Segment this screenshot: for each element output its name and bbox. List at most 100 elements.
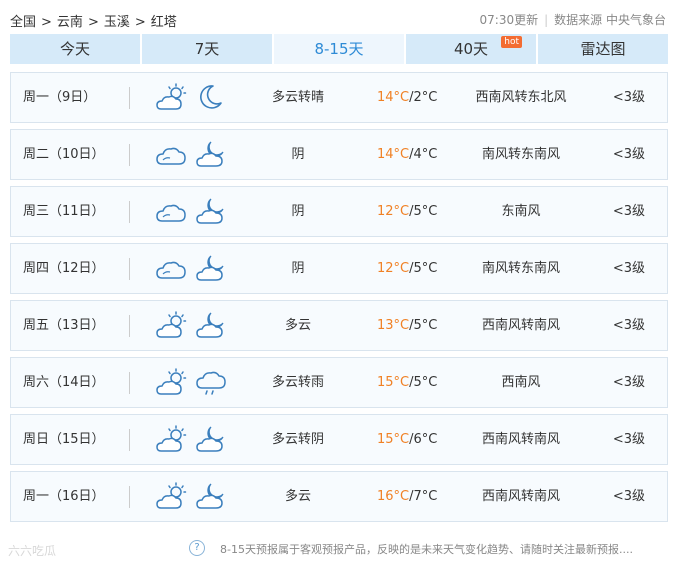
weather-description: 多云转晴 (271, 90, 324, 105)
high-temp: 14°C (377, 90, 410, 105)
wind-direction: 西南风 (501, 375, 541, 390)
weather-description: 阴 (291, 204, 305, 219)
help-icon[interactable]: ? (189, 540, 205, 556)
forecast-row: 周一（16日） 多云 16°C/7°C 西南风转南风 <3级 (10, 471, 668, 522)
high-temp: 15°C (377, 375, 410, 390)
weather-icons (156, 368, 236, 398)
forecast-row: 周二（10日） 阴 14°C/4°C 南风转东南风 <3级 (10, 129, 668, 180)
day-label: 周二（10日） (23, 147, 105, 162)
wind-level: <3级 (612, 147, 645, 162)
low-temp: /7°C (409, 489, 438, 504)
forecast-row: 周日（15日） 多云转阴 15°C/6°C 西南风转南风 <3级 (10, 414, 668, 465)
forecast-row: 周三（11日） 阴 12°C/5°C 东南风 <3级 (10, 186, 668, 237)
hot-badge: hot (501, 36, 522, 48)
row-divider (129, 372, 130, 394)
data-source: 数据来源 中央气象台 (554, 13, 666, 27)
temperature: 15°C/6°C (377, 415, 437, 464)
tab-label: 今天 (59, 40, 90, 58)
day-label: 周四（12日） (23, 261, 105, 276)
temperature: 12°C/5°C (377, 244, 437, 293)
temperature: 16°C/7°C (377, 472, 437, 521)
breadcrumb-separator: > (134, 15, 146, 30)
weather-icons (156, 254, 236, 284)
row-divider (129, 144, 130, 166)
day-label: 周日（15日） (23, 432, 105, 447)
wind-direction: 南风转东南风 (481, 147, 560, 162)
row-divider (129, 201, 130, 223)
forecast-list: 周一（9日） 多云转晴 14°C/2°C 西南风转东北风 <3级 周二（10日）… (10, 72, 668, 528)
weather-icons (156, 83, 236, 113)
weather-icons (156, 425, 236, 455)
wind-level: <3级 (612, 432, 645, 447)
row-divider (129, 258, 130, 280)
temperature: 14°C/2°C (377, 73, 437, 122)
tab-8-15-days[interactable]: 8-15天 (274, 34, 404, 64)
footer: 六六吃瓜 ? 8-15天预报属于客观预报产品，反映的是未来天气变化趋势、请随时关… (0, 538, 680, 562)
wind-direction: 南风转东南风 (481, 261, 560, 276)
high-temp: 13°C (377, 318, 410, 333)
forecast-tabs: 今天 7天 8-15天 40天 hot 雷达图 (10, 34, 668, 64)
low-temp: /5°C (409, 204, 438, 219)
high-temp: 14°C (377, 147, 410, 162)
weather-description: 阴 (291, 147, 305, 162)
weather-description: 多云转雨 (271, 375, 324, 390)
wind-level: <3级 (612, 318, 645, 333)
forecast-row: 周五（13日） 多云 13°C/5°C 西南风转南风 <3级 (10, 300, 668, 351)
low-temp: /5°C (409, 318, 438, 333)
high-temp: 15°C (377, 432, 410, 447)
breadcrumb-city[interactable]: 玉溪 (104, 15, 130, 30)
day-label: 周六（14日） (23, 375, 105, 390)
wind-level: <3级 (612, 489, 645, 504)
watermark: 六六吃瓜 (8, 544, 57, 558)
breadcrumb-district: 红塔 (150, 15, 177, 30)
breadcrumb-province[interactable]: 云南 (57, 15, 83, 30)
temperature: 12°C/5°C (377, 187, 437, 236)
update-meta: 07:30更新 | 数据来源 中央气象台 (480, 11, 666, 28)
meta-divider: | (544, 13, 549, 27)
wind-direction: 东南风 (501, 204, 541, 219)
page-header: 全国 > 云南 > 玉溪 > 红塔 07:30更新 | 数据来源 中央气象台 (10, 8, 668, 32)
weather-icons (156, 140, 236, 170)
row-divider (129, 486, 130, 508)
high-temp: 12°C (377, 261, 410, 276)
high-temp: 16°C (377, 489, 410, 504)
low-temp: /2°C (409, 90, 438, 105)
weather-icons (156, 311, 236, 341)
temperature: 14°C/4°C (377, 130, 437, 179)
day-label: 周一（9日） (23, 90, 97, 105)
weather-description: 多云 (284, 489, 311, 504)
low-temp: /4°C (409, 147, 438, 162)
weather-description: 多云转阴 (271, 432, 324, 447)
row-divider (129, 87, 130, 109)
forecast-row: 周四（12日） 阴 12°C/5°C 南风转东南风 <3级 (10, 243, 668, 294)
row-divider (129, 429, 130, 451)
wind-direction: 西南风转南风 (481, 489, 560, 504)
wind-level: <3级 (612, 204, 645, 219)
breadcrumb-country[interactable]: 全国 (10, 15, 36, 30)
update-time: 07:30更新 (479, 13, 539, 27)
forecast-row: 周六（14日） 多云转雨 15°C/5°C 西南风 <3级 (10, 357, 668, 408)
day-label: 周一（16日） (23, 489, 105, 504)
temperature: 13°C/5°C (377, 301, 437, 350)
tab-today[interactable]: 今天 (10, 34, 140, 64)
tab-radar[interactable]: 雷达图 (538, 34, 668, 64)
wind-direction: 西南风转东北风 (475, 90, 567, 105)
breadcrumb: 全国 > 云南 > 玉溪 > 红塔 (10, 11, 177, 30)
tab-label: 7天 (194, 40, 220, 58)
tab-40-days[interactable]: 40天 hot (406, 34, 536, 64)
high-temp: 12°C (377, 204, 410, 219)
temperature: 15°C/5°C (377, 358, 437, 407)
tab-label: 8-15天 (314, 40, 364, 58)
forecast-row: 周一（9日） 多云转晴 14°C/2°C 西南风转东北风 <3级 (10, 72, 668, 123)
low-temp: /5°C (409, 375, 438, 390)
low-temp: /5°C (409, 261, 438, 276)
tab-label: 40天 (453, 40, 489, 58)
low-temp: /6°C (409, 432, 438, 447)
row-divider (129, 315, 130, 337)
weather-description: 阴 (291, 261, 305, 276)
day-label: 周三（11日） (23, 204, 105, 219)
breadcrumb-separator: > (41, 15, 52, 30)
forecast-disclaimer: 8-15天预报属于客观预报产品，反映的是未来天气变化趋势、请随时关注最新预报..… (220, 543, 633, 556)
tab-7-days[interactable]: 7天 (142, 34, 272, 64)
day-label: 周五（13日） (23, 318, 105, 333)
